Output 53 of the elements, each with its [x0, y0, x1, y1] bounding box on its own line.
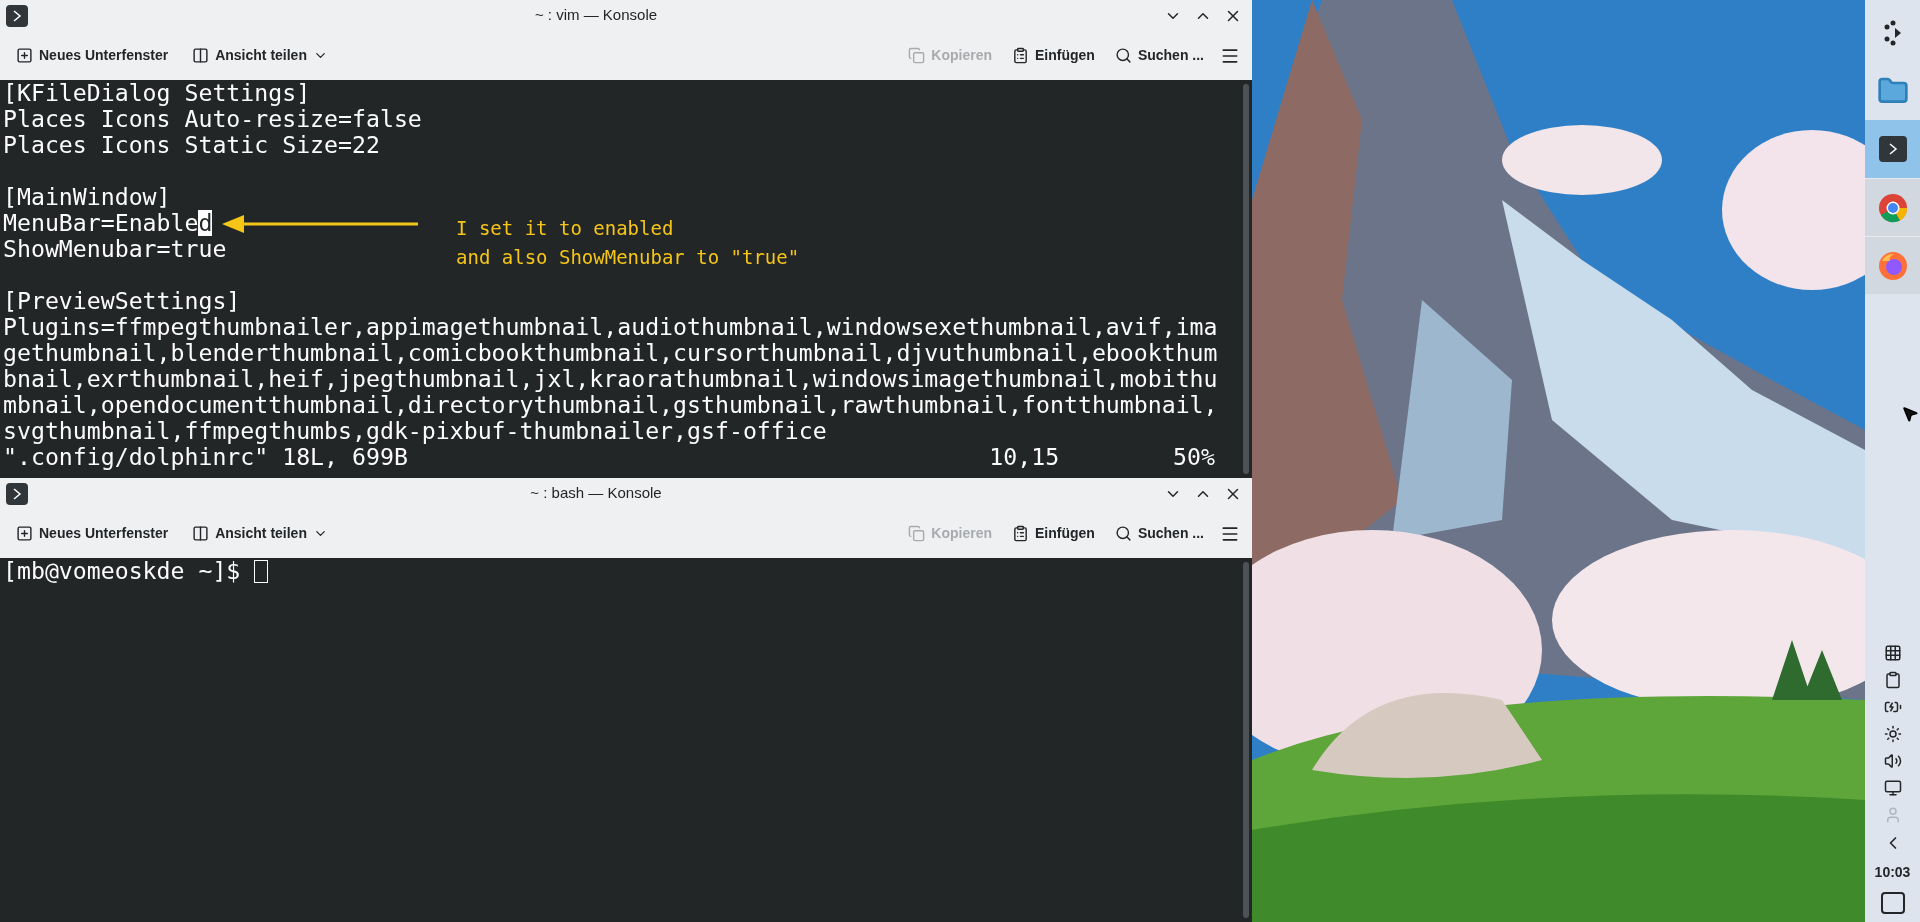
terminal-line: [mb@vomeoskde ~]$: [3, 558, 241, 584]
terminal-line: [MainWindow]: [3, 184, 171, 210]
terminal-icon: [1878, 136, 1907, 162]
terminal-line: ShowMenubar=true: [3, 236, 227, 262]
split-view-icon: [192, 47, 210, 64]
terminal-line: Plugins=ffmpegthumbnailer,appimagethumbnail,audiothumbnail,windowsexethumbnail,avif,ima: [3, 314, 1218, 340]
toolbar-button[interactable]: Ansicht teilen: [184, 519, 336, 548]
toolbar-button[interactable]: Suchen ...: [1106, 519, 1212, 548]
terminal-line: MenuBar=Enable: [3, 210, 199, 236]
clipboard-icon: [1012, 525, 1029, 542]
terminal-line: mbnail,opendocumentthumbnail,directorythumbnail,gsthumbnail,rawthumbnail,fontthumbnail,: [3, 392, 1218, 418]
volume-icon[interactable]: [1883, 752, 1902, 770]
clipboard-icon[interactable]: [1883, 671, 1902, 689]
annotation-text: and also ShowMenubar to "true": [456, 245, 800, 270]
terminal-line: bnail,exrthumbnail,heif,jpegthumbnail,jxl,kraorathumbnail,windowsimagethumbnail,mobithu: [3, 366, 1218, 392]
terminal-line: [KFileDialog Settings]: [3, 80, 311, 106]
chrome-icon: [1877, 192, 1908, 223]
window-title: ~ : bash — Konsole: [529, 483, 663, 504]
window-title: ~ : vim — Konsole: [533, 5, 659, 26]
task-item[interactable]: [1865, 120, 1920, 178]
vim-cursor-position: 10,15: [989, 444, 1060, 470]
display-icon[interactable]: [1883, 779, 1902, 797]
toolbar-button[interactable]: Suchen ...: [1106, 41, 1212, 70]
show-desktop-button[interactable]: [1880, 892, 1905, 914]
search-icon: [1114, 525, 1132, 542]
copy-icon: [908, 47, 926, 64]
clock[interactable]: 10:03: [1874, 862, 1911, 883]
copy-icon: [908, 525, 926, 542]
terminal-app-icon: [6, 4, 28, 27]
terminal-app-icon: [6, 482, 28, 505]
terminal-line: svgthumbnail,ffmpegthumbs,gdk-pixbuf-thumbnailer,gsf-office: [3, 418, 827, 444]
grid-icon[interactable]: [1883, 644, 1902, 662]
toolbar-button[interactable]: Neues Unterfenster: [8, 519, 177, 548]
text-cursor: d: [198, 210, 213, 236]
toolbar-button[interactable]: Ansicht teilen: [184, 41, 336, 70]
terminal-line: Places Icons Auto-resize=false: [3, 106, 422, 132]
toolbar-button[interactable]: Einfügen: [1004, 41, 1103, 70]
annotation-text: I set it to enabled: [456, 216, 675, 241]
firefox-icon: [1877, 250, 1908, 281]
vim-scroll-percent: 50%: [1173, 444, 1215, 470]
brightness-icon[interactable]: [1883, 725, 1902, 743]
toolbar-button[interactable]: Neues Unterfenster: [8, 41, 177, 70]
mouse-pointer-icon: [1901, 405, 1919, 423]
search-icon: [1114, 47, 1132, 64]
terminal-line: Places Icons Static Size=22: [3, 132, 380, 158]
vim-file-info: ".config/dolphinrc" 18L, 699B: [3, 444, 408, 470]
new-tab-icon: [16, 47, 33, 64]
clipboard-icon: [1012, 47, 1029, 64]
split-view-icon: [192, 525, 210, 542]
terminal-line: gethumbnail,blenderthumbnail,comicbookthumbnail,cursorthumbnail,djvuthumbnail,ebookthum: [3, 340, 1218, 366]
terminal-line: [PreviewSettings]: [3, 288, 241, 314]
new-tab-icon: [16, 525, 33, 542]
toolbar-button[interactable]: Einfügen: [1004, 519, 1103, 548]
